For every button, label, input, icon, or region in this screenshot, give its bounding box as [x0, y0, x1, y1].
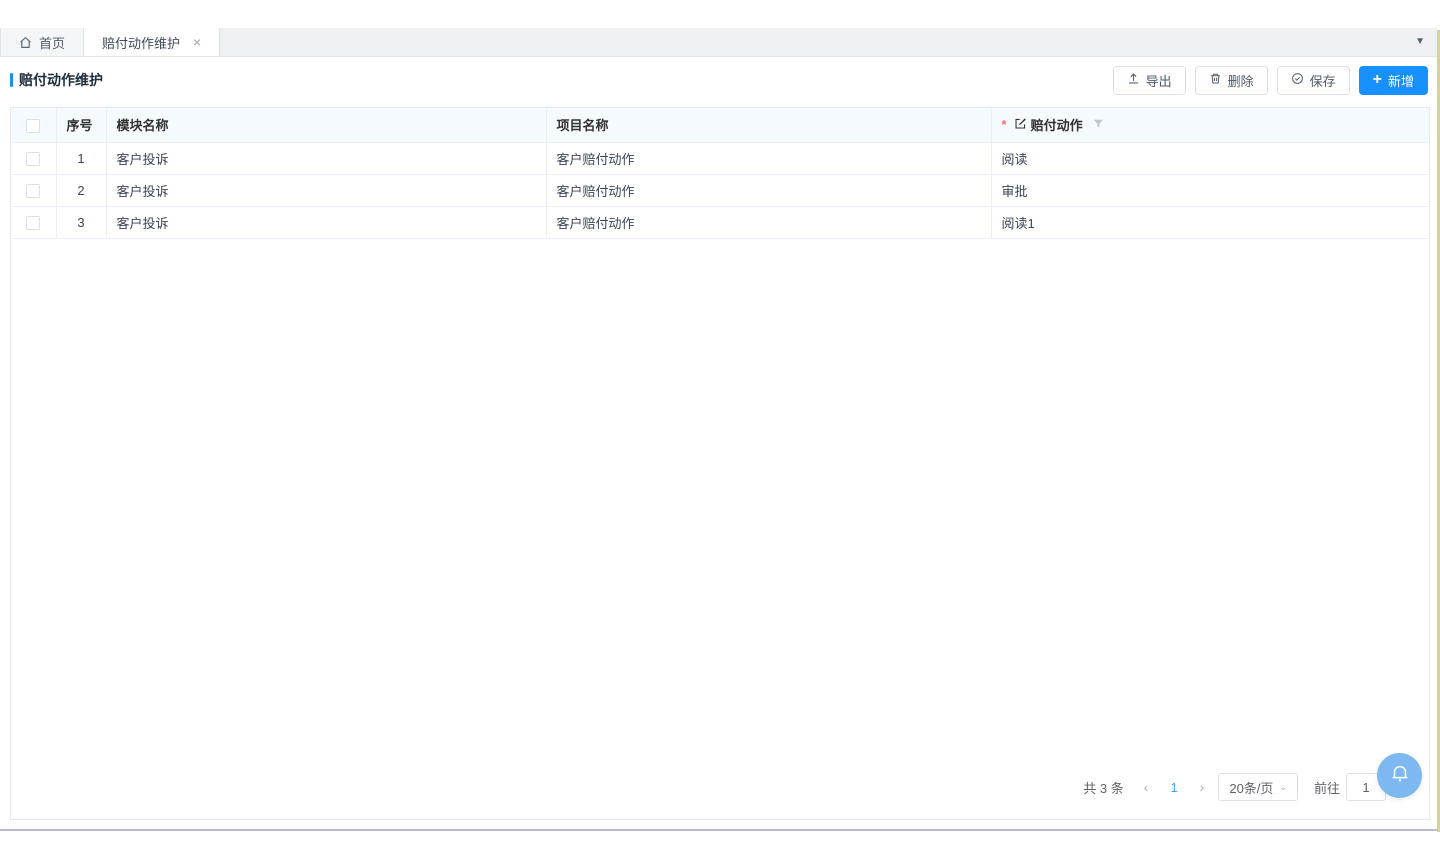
cell-project: 客户赔付动作	[546, 206, 991, 238]
column-header-action-label: 赔付动作	[1031, 115, 1083, 134]
toolbar: 赔付动作维护 导出 删除	[10, 64, 1428, 96]
cell-index: 2	[56, 174, 106, 206]
trash-icon	[1209, 72, 1222, 88]
app-window: 首页 赔付动作维护 × ▼ 赔付动作维护 导出	[0, 0, 1440, 860]
cell-action[interactable]: 阅读1	[991, 206, 1429, 238]
action-buttons: 导出 删除 保存 + 新增	[1113, 66, 1428, 95]
cell-module: 客户投诉	[106, 142, 546, 174]
page-number-1[interactable]: 1	[1162, 780, 1185, 795]
page-size-select[interactable]: 20条/页 ⌄	[1218, 773, 1298, 801]
tab-close-icon[interactable]: ×	[193, 35, 201, 49]
required-asterisk: *	[1002, 117, 1007, 132]
cell-index: 1	[56, 142, 106, 174]
title-accent-bar	[10, 73, 13, 87]
prev-page-icon[interactable]: ‹	[1140, 779, 1153, 795]
filter-icon[interactable]	[1093, 117, 1104, 132]
table-header-row: 序号 模块名称 项目名称 * 赔付动作	[11, 108, 1429, 142]
page-title: 赔付动作维护	[10, 70, 103, 90]
upload-icon	[1127, 72, 1140, 88]
plus-icon: +	[1373, 72, 1382, 88]
pagination-total: 共 3 条	[1083, 778, 1123, 797]
table-row[interactable]: 1 客户投诉 客户赔付动作 阅读	[11, 142, 1429, 174]
save-button[interactable]: 保存	[1277, 66, 1350, 95]
pagination: 共 3 条 ‹ 1 › 20条/页 ⌄ 前往 页	[1083, 773, 1405, 801]
bell-icon	[1389, 762, 1411, 789]
home-icon	[19, 36, 32, 49]
cell-action[interactable]: 阅读	[991, 142, 1429, 174]
page-size-label: 20条/页	[1229, 778, 1273, 797]
cell-project: 客户赔付动作	[546, 174, 991, 206]
window-bottom-edge	[0, 829, 1440, 831]
next-page-icon[interactable]: ›	[1196, 779, 1209, 795]
column-header-index[interactable]: 序号	[56, 108, 106, 142]
tab-bar: 首页 赔付动作维护 × ▼	[0, 28, 1437, 57]
tab-home-label: 首页	[39, 33, 65, 52]
add-button[interactable]: + 新增	[1359, 66, 1428, 95]
data-table: 序号 模块名称 项目名称 * 赔付动作	[10, 107, 1430, 820]
column-header-action[interactable]: * 赔付动作	[991, 108, 1429, 142]
page-title-text: 赔付动作维护	[19, 70, 103, 90]
cell-action[interactable]: 审批	[991, 174, 1429, 206]
chevron-down-icon: ⌄	[1279, 782, 1287, 793]
column-header-project[interactable]: 项目名称	[546, 108, 991, 142]
table-row[interactable]: 2 客户投诉 客户赔付动作 审批	[11, 174, 1429, 206]
export-button[interactable]: 导出	[1113, 66, 1186, 95]
notification-fab[interactable]	[1377, 753, 1422, 798]
cell-index: 3	[56, 206, 106, 238]
select-all-checkbox[interactable]	[26, 119, 40, 133]
column-header-module[interactable]: 模块名称	[106, 108, 546, 142]
edit-icon	[1014, 117, 1027, 133]
check-circle-icon	[1291, 72, 1304, 88]
delete-button[interactable]: 删除	[1195, 66, 1268, 95]
goto-label: 前往	[1314, 778, 1340, 797]
tab-compensation-label: 赔付动作维护	[102, 33, 180, 52]
table-row[interactable]: 3 客户投诉 客户赔付动作 阅读1	[11, 206, 1429, 238]
cell-module: 客户投诉	[106, 206, 546, 238]
cell-module: 客户投诉	[106, 174, 546, 206]
tab-overflow-caret-icon[interactable]: ▼	[1415, 36, 1425, 47]
row-checkbox[interactable]	[26, 184, 40, 198]
cell-project: 客户赔付动作	[546, 142, 991, 174]
row-checkbox[interactable]	[26, 152, 40, 166]
tab-home[interactable]: 首页	[0, 28, 84, 56]
row-checkbox[interactable]	[26, 216, 40, 230]
tab-compensation-action[interactable]: 赔付动作维护 ×	[84, 28, 220, 56]
